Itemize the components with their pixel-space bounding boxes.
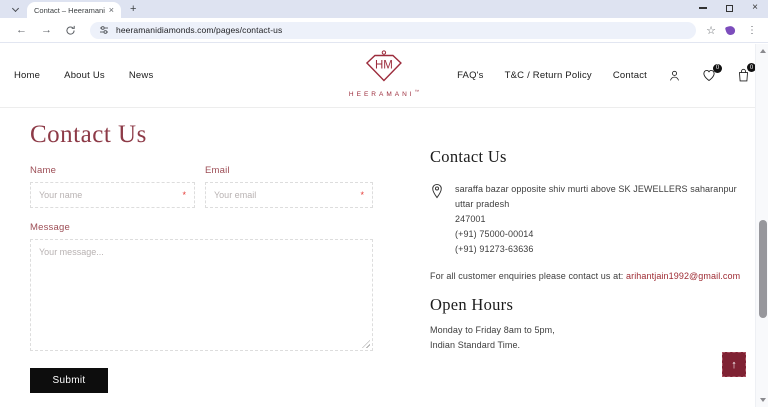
- email-input-wrap: *: [205, 182, 373, 208]
- enquiries-line: For all customer enquiries please contac…: [430, 271, 756, 281]
- nav-news[interactable]: News: [129, 70, 154, 81]
- maximize-icon: [726, 4, 734, 12]
- cart-button[interactable]: 0: [737, 63, 756, 82]
- address-line-2: 247001: [455, 214, 486, 224]
- window-controls: ×: [699, 3, 758, 13]
- new-tab-button[interactable]: +: [130, 4, 136, 15]
- contact-info-section: Contact Us saraffa bazar opposite shiv m…: [430, 121, 756, 393]
- email-link[interactable]: arihantjain1992@gmail.com: [626, 271, 740, 281]
- name-label: Name: [30, 165, 57, 176]
- nav-home[interactable]: Home: [14, 70, 40, 81]
- nav-tc-return-policy[interactable]: T&C / Return Policy: [505, 70, 592, 81]
- reload-button[interactable]: [65, 25, 76, 36]
- site-info-icon: [100, 26, 108, 34]
- url-bar[interactable]: heeramanidiamonds.com/pages/contact-us: [90, 21, 697, 39]
- page-title: Contact Us: [30, 121, 147, 148]
- address-line-1: saraffa bazar opposite shiv murti above …: [455, 184, 737, 209]
- wishlist-button[interactable]: 0: [702, 63, 722, 82]
- name-required-marker: *: [182, 190, 186, 200]
- page-scrollbar[interactable]: [755, 44, 768, 407]
- close-window-button[interactable]: ×: [752, 3, 758, 13]
- nav-faqs[interactable]: FAQ's: [457, 70, 484, 81]
- site-header: Home About Us News HM HEERAMANI™ FAQ's T…: [0, 43, 768, 108]
- name-field-group: Name *: [30, 165, 195, 208]
- contact-info-heading: Contact Us: [430, 147, 507, 166]
- tab-search-button[interactable]: [7, 3, 23, 16]
- enquiries-text: For all customer enquiries please contac…: [430, 271, 626, 281]
- primary-nav: Home About Us News: [14, 70, 153, 81]
- reload-icon: [66, 25, 75, 35]
- brand-logo[interactable]: HM HEERAMANI™: [349, 50, 419, 98]
- address-text: saraffa bazar opposite shiv murti above …: [455, 182, 756, 257]
- form-row: Name * Email *: [30, 165, 373, 208]
- wishlist-count-badge: 0: [713, 63, 722, 73]
- open-hours-line-1: Monday to Friday 8am to 5pm,: [430, 325, 555, 335]
- email-label: Email: [205, 165, 230, 176]
- tab-strip: Contact – Heeramani × + ×: [0, 0, 768, 18]
- browser-tab[interactable]: Contact – Heeramani ×: [27, 2, 121, 18]
- message-label: Message: [30, 222, 70, 233]
- scrollbar-thumb[interactable]: [758, 220, 767, 318]
- tab-close-icon[interactable]: ×: [109, 5, 114, 15]
- browser-window: Contact – Heeramani × + × ← → heeramanid…: [0, 0, 768, 407]
- email-field-group: Email *: [205, 165, 373, 208]
- open-hours-line-2: Indian Standard Time.: [430, 340, 521, 350]
- open-hours-heading: Open Hours: [430, 295, 514, 314]
- location-pin-icon: [432, 183, 442, 199]
- contact-form-section: Contact Us Name * Email * Me: [30, 121, 373, 393]
- message-textarea-wrap: [30, 239, 373, 351]
- nav-about-us[interactable]: About Us: [64, 70, 105, 81]
- secondary-nav: FAQ's T&C / Return Policy Contact 0 0: [457, 63, 756, 82]
- person-icon: [670, 70, 679, 81]
- back-to-top-button[interactable]: ↑: [722, 352, 746, 377]
- phone-number-1: (+91) 75000-00014: [455, 229, 534, 239]
- url-text: heeramanidiamonds.com/pages/contact-us: [116, 25, 283, 35]
- trademark-symbol: ™: [414, 89, 420, 94]
- extension-icon[interactable]: [724, 24, 737, 36]
- open-hours-text: Monday to Friday 8am to 5pm, Indian Stan…: [430, 323, 756, 353]
- back-button[interactable]: ←: [16, 24, 27, 36]
- minimize-icon: [699, 7, 708, 9]
- forward-button[interactable]: →: [41, 24, 52, 36]
- brand-text: HEERAMANI: [348, 91, 415, 99]
- scroll-down-icon[interactable]: [759, 398, 766, 402]
- browser-menu-icon[interactable]: ⋮: [747, 25, 757, 36]
- main-content: Contact Us Name * Email * Me: [0, 108, 768, 393]
- phone-number-2: (+91) 91273-63636: [455, 244, 534, 254]
- message-textarea[interactable]: [31, 240, 372, 350]
- arrow-up-icon: ↑: [731, 358, 737, 371]
- logo-monogram: HM: [375, 60, 393, 72]
- bookmark-star-icon[interactable]: ☆: [706, 24, 716, 37]
- chevron-down-icon: [11, 4, 19, 13]
- account-button[interactable]: [668, 69, 681, 82]
- brand-name: HEERAMANI™: [349, 89, 419, 98]
- diamond-logo-icon: HM: [366, 50, 402, 82]
- name-input-wrap: *: [30, 182, 195, 208]
- maximize-button[interactable]: [726, 4, 734, 12]
- email-input[interactable]: [214, 190, 361, 200]
- address-block: saraffa bazar opposite shiv murti above …: [430, 182, 756, 257]
- tab-title: Contact – Heeramani: [34, 5, 105, 15]
- nav-contact[interactable]: Contact: [613, 70, 647, 81]
- browser-toolbar: ← → heeramanidiamonds.com/pages/contact-…: [0, 18, 768, 43]
- scroll-up-icon[interactable]: [759, 49, 766, 53]
- submit-button[interactable]: Submit: [30, 368, 108, 393]
- minimize-button[interactable]: [699, 7, 708, 9]
- email-required-marker: *: [360, 190, 364, 200]
- name-input[interactable]: [39, 190, 183, 200]
